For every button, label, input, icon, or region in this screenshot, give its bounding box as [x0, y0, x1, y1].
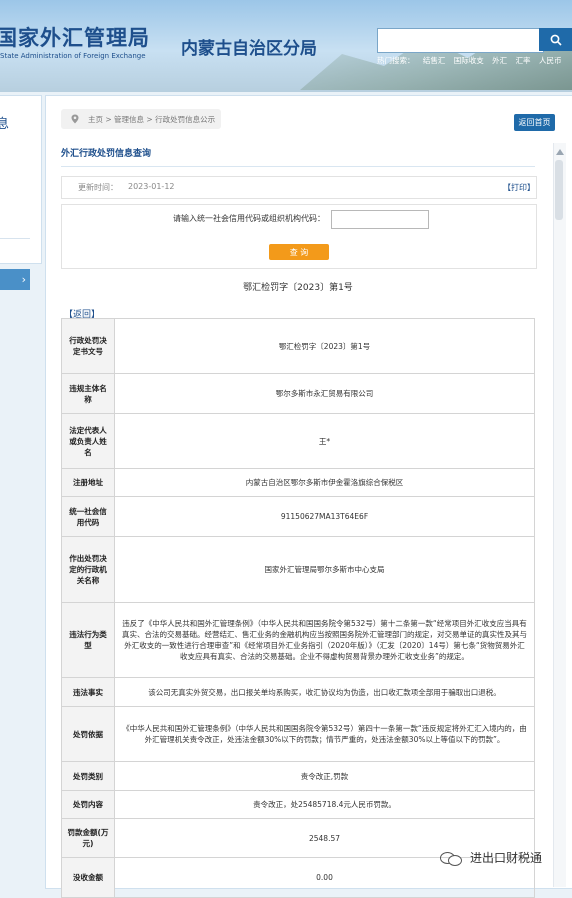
field-value: 责令改正，处25485718.4元人民币罚款。 [114, 790, 535, 819]
field-label: 违规主体名称 [61, 373, 115, 414]
hot-search-item[interactable]: 外汇 [492, 56, 507, 65]
field-label: 处罚内容 [61, 790, 115, 819]
search-input[interactable] [377, 28, 544, 53]
print-link[interactable]: 【打印】 [503, 182, 535, 193]
site-header: 国家外汇管理局 State Administration of Foreign … [0, 0, 572, 92]
vertical-scrollbar[interactable] [553, 143, 566, 887]
field-label: 行政处罚决定书文号 [61, 318, 115, 374]
table-row: 法定代表人或负责人姓名 王* [61, 413, 535, 469]
field-value: 鄂尔多斯市永汇贸易有限公司 [114, 373, 535, 414]
field-value: 该公司无真实外贸交易，出口报关单均系购买，收汇协议均为伪造，出口收汇款项全部用于… [114, 677, 535, 707]
hot-search-item[interactable]: 国际收支 [454, 56, 484, 65]
table-row: 行政处罚决定书文号 鄂汇检罚字〔2023〕第1号 [61, 318, 535, 374]
hot-search-bar: 热门搜索： 结售汇 国际收支 外汇 汇率 人民币 [377, 55, 567, 66]
field-label: 统一社会信用代码 [61, 496, 115, 537]
field-label: 注册地址 [61, 468, 115, 497]
search-button[interactable] [539, 28, 572, 51]
field-label: 罚款金额(万元) [61, 818, 115, 858]
hot-search-item[interactable]: 结售汇 [423, 56, 446, 65]
query-button[interactable]: 查 询 [269, 244, 329, 260]
page-title: 外汇行政处罚信息查询 [61, 149, 152, 159]
title-divider [61, 166, 535, 167]
table-row: 违法事实 该公司无真实外贸交易，出口报关单均系购买，收汇协议均为伪造，出口收汇款项… [61, 677, 535, 707]
watermark-text: 进出口财税通 [470, 851, 543, 865]
credit-code-input[interactable] [331, 210, 429, 229]
hot-search-item[interactable]: 汇率 [516, 56, 531, 65]
location-pin-icon [71, 114, 79, 124]
breadcrumb: 主页 > 管理信息 > 行政处罚信息公示 [61, 109, 221, 129]
search-icon [550, 34, 562, 46]
field-label: 违法事实 [61, 677, 115, 707]
field-label: 没收金额 [61, 857, 115, 898]
chevron-right-icon: › [21, 273, 26, 286]
field-label: 作出处罚决定的行政机关名称 [61, 536, 115, 603]
field-label: 违法行为类型 [61, 602, 115, 678]
table-row: 处罚类别 责令改正,罚款 [61, 761, 535, 791]
field-label: 法定代表人或负责人姓名 [61, 413, 115, 469]
field-value: 91150627MA13T64E6F [114, 496, 535, 537]
field-value: 鄂汇检罚字〔2023〕第1号 [114, 318, 535, 374]
field-value: 内蒙古自治区鄂尔多斯市伊金霍洛旗综合保税区 [114, 468, 535, 497]
scroll-up-arrow-icon[interactable] [556, 149, 564, 155]
field-value: 违反了《中华人民共和国外汇管理条例》（中华人民共和国国务院令第532号）第十二条… [114, 602, 535, 678]
table-row: 违规主体名称 鄂尔多斯市永汇贸易有限公司 [61, 373, 535, 414]
update-time-value: 2023-01-12 [128, 182, 175, 191]
watermark: 进出口财税通 [440, 849, 542, 866]
table-row: 违法行为类型 违反了《中华人民共和国外汇管理条例》（中华人民共和国国务院令第532… [61, 602, 535, 678]
breadcrumb-text[interactable]: 主页 > 管理信息 > 行政处罚信息公示 [88, 114, 215, 125]
hot-search-label: 热门搜索： [377, 56, 415, 65]
update-time-label: 更新时间： [78, 183, 118, 192]
field-label: 处罚类别 [61, 761, 115, 791]
branch-title: 内蒙古自治区分局 [181, 39, 317, 59]
field-value: 责令改正,罚款 [114, 761, 535, 791]
table-row: 处罚内容 责令改正，处25485718.4元人民币罚款。 [61, 790, 535, 819]
site-logo-subtitle: State Administration of Foreign Exchange [0, 52, 146, 60]
penalty-detail-table: 行政处罚决定书文号 鄂汇检罚字〔2023〕第1号 违规主体名称 鄂尔多斯市永汇贸易有… [61, 318, 535, 898]
scrollbar-thumb[interactable] [555, 160, 563, 220]
field-value: 国家外汇管理局鄂尔多斯市中心支局 [114, 536, 535, 603]
left-sidebar: 息 › [0, 95, 42, 290]
back-home-button[interactable]: 返回首页 [514, 114, 555, 131]
field-value: 王* [114, 413, 535, 469]
wechat-icon [440, 851, 462, 866]
table-row: 作出处罚决定的行政机关名称 国家外汇管理局鄂尔多斯市中心支局 [61, 536, 535, 603]
field-value: 《中华人民共和国外汇管理条例》（中华人民共和国国务院令第532号）第四十一条第一… [114, 706, 535, 762]
sidebar-divider [0, 238, 30, 239]
sidebar-title: 息 [0, 117, 10, 132]
credit-code-label: 请输入统一社会信用代码或组织机构代码： [173, 214, 325, 223]
field-label: 处罚依据 [61, 706, 115, 762]
sidebar-item-active[interactable]: › [0, 269, 30, 290]
document-number-heading: 鄂汇检罚字〔2023〕第1号 [243, 283, 353, 293]
site-logo-title[interactable]: 国家外汇管理局 [0, 22, 150, 52]
hot-search-item[interactable]: 人民币 [539, 56, 562, 65]
table-row: 处罚依据 《中华人民共和国外汇管理条例》（中华人民共和国国务院令第532号）第四十… [61, 706, 535, 762]
update-info-bar: 更新时间： 2023-01-12 【打印】 [61, 176, 537, 199]
table-row: 统一社会信用代码 91150627MA13T64E6F [61, 496, 535, 537]
table-row: 注册地址 内蒙古自治区鄂尔多斯市伊金霍洛旗综合保税区 [61, 468, 535, 497]
